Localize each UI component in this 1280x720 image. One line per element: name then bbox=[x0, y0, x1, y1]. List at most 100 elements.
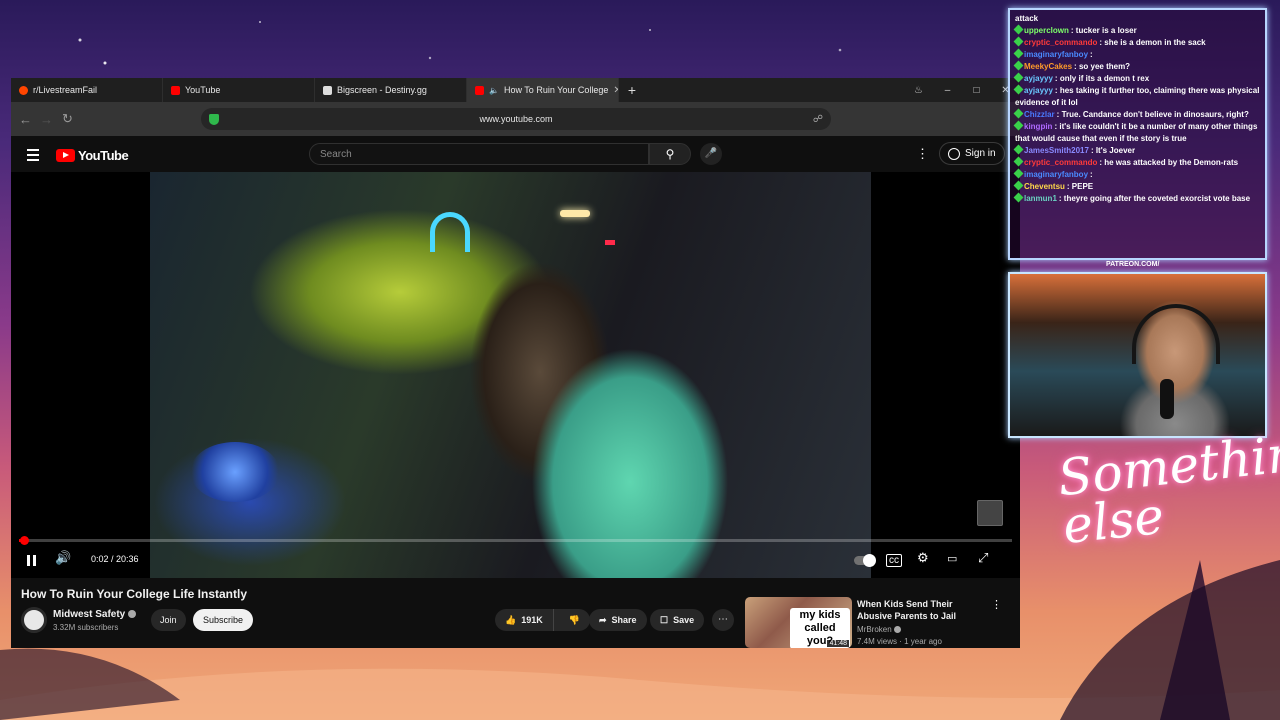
autoplay-toggle[interactable] bbox=[854, 554, 876, 567]
reload-icon[interactable]: ↻ bbox=[57, 111, 78, 127]
search-input[interactable]: Search bbox=[309, 143, 649, 165]
chat-text: tucker is a loser bbox=[1075, 26, 1137, 35]
volume-icon[interactable]: 🔊 bbox=[55, 550, 71, 566]
recommended-title[interactable]: When Kids Send Their Abusive Parents to … bbox=[857, 598, 987, 622]
forward-icon[interactable]: → bbox=[36, 112, 57, 127]
thumbnail-duration: 41:48 bbox=[827, 640, 849, 647]
chat-message: Cheventsu: PEPE bbox=[1013, 180, 1260, 193]
video-info: How To Ruin Your College Life Instantly … bbox=[11, 578, 1020, 648]
youtube-header: YouTube Search ⚲ 🎤 ⋮ Sign in bbox=[11, 136, 1020, 174]
address-bar: ← → ↻ www.youtube.com ☍ bbox=[11, 102, 1020, 136]
back-icon[interactable]: ← bbox=[15, 112, 36, 127]
chat-message: imaginaryfanboy: bbox=[1013, 48, 1260, 61]
tab-label: Bigscreen - Destiny.gg bbox=[337, 85, 427, 95]
theater-mode-icon[interactable]: ▭ bbox=[947, 552, 957, 565]
tab-current-video[interactable]: 🔈 How To Ruin Your College ✕ bbox=[467, 78, 619, 102]
chat-text: attack bbox=[1015, 14, 1039, 23]
chat-username[interactable]: Cheventsu bbox=[1024, 182, 1065, 191]
channel-name-text: Midwest Safety bbox=[53, 609, 126, 620]
chat-text: PEPE bbox=[1071, 182, 1094, 191]
save-label: Save bbox=[673, 615, 695, 625]
more-options-icon[interactable]: ⋮ bbox=[916, 146, 929, 162]
webcam-microphone bbox=[1160, 379, 1174, 419]
headphones bbox=[1132, 304, 1220, 364]
subscribe-button[interactable]: Subscribe bbox=[193, 609, 254, 631]
chat-username[interactable]: Chizzlar bbox=[1024, 110, 1055, 119]
chat-message: Chizzlar: True. Candance don't believe i… bbox=[1013, 108, 1260, 121]
menu-icon[interactable] bbox=[27, 149, 39, 164]
minimize-icon[interactable]: – bbox=[933, 85, 962, 96]
chat-username[interactable]: kingpin bbox=[1024, 122, 1052, 131]
chat-username[interactable]: MeekyCakes bbox=[1024, 62, 1072, 71]
recommended-more-icon[interactable]: ⋮ bbox=[991, 598, 1002, 611]
chat-username[interactable]: imaginaryfanboy bbox=[1024, 170, 1088, 179]
sub-badge-icon bbox=[1013, 180, 1024, 191]
recommended-thumbnail[interactable]: my kids called you? 41:48 bbox=[745, 597, 852, 648]
progress-bar[interactable] bbox=[19, 536, 1012, 545]
chat-text: It's Joever bbox=[1095, 146, 1136, 155]
save-button[interactable]: ☐ Save bbox=[650, 609, 705, 631]
join-button[interactable]: Join bbox=[151, 609, 186, 631]
url-text: www.youtube.com bbox=[479, 114, 553, 124]
subscriber-count: 3.32M subscribers bbox=[53, 623, 119, 632]
video-frame[interactable] bbox=[150, 172, 871, 578]
chat-username[interactable]: cryptic_commando bbox=[1024, 38, 1097, 47]
video-player[interactable]: 🔊 0:02 / 20:36 cc ⚙ ▭ ⤢ bbox=[11, 172, 1020, 578]
captions-icon[interactable]: cc bbox=[886, 554, 902, 567]
sign-in-button[interactable]: Sign in bbox=[939, 142, 1005, 165]
chat-username[interactable]: JamesSmith2017 bbox=[1024, 146, 1089, 155]
scrubber-handle[interactable] bbox=[19, 536, 29, 545]
tab-livestreamfail[interactable]: r/LivestreamFail bbox=[11, 78, 163, 102]
pause-icon[interactable] bbox=[27, 555, 37, 566]
chat-username[interactable]: ayjayyy bbox=[1024, 74, 1053, 83]
recommended-channel[interactable]: MrBroken bbox=[857, 625, 901, 634]
like-button[interactable]: 👍 191K bbox=[495, 609, 554, 631]
video-scene-redlight bbox=[605, 240, 615, 245]
destiny-icon bbox=[323, 85, 332, 95]
share-page-icon[interactable]: ☍ bbox=[813, 114, 823, 125]
more-actions-icon[interactable]: ⋯ bbox=[712, 609, 734, 631]
chat-message: imaginaryfanboy: bbox=[1013, 168, 1260, 181]
chat-message: cryptic_commando: he was attacked by the… bbox=[1013, 156, 1260, 169]
chat-message: cryptic_commando: she is a demon in the … bbox=[1013, 36, 1260, 49]
channel-watermark[interactable] bbox=[977, 500, 1003, 526]
sub-badge-icon bbox=[1013, 108, 1024, 119]
maximize-icon[interactable]: □ bbox=[962, 85, 991, 96]
fullscreen-icon[interactable]: ⤢ bbox=[978, 550, 988, 566]
tab-bar: r/LivestreamFail YouTube Bigscreen - Des… bbox=[11, 78, 1020, 102]
microphone-icon[interactable]: 🎤 bbox=[700, 143, 722, 165]
sub-badge-icon bbox=[1013, 24, 1024, 35]
account-icon bbox=[948, 147, 960, 160]
search-icon[interactable]: ⚲ bbox=[649, 143, 691, 165]
brave-rewards-icon[interactable]: ♨ bbox=[904, 85, 933, 96]
window-controls: ♨ – □ ✕ bbox=[904, 78, 1020, 102]
verified-icon bbox=[893, 626, 901, 634]
sub-badge-icon bbox=[1013, 156, 1024, 167]
chat-message: kingpin: it's like couldn't it be a numb… bbox=[1013, 120, 1260, 145]
sub-badge-icon bbox=[1013, 48, 1024, 59]
settings-icon[interactable]: ⚙ bbox=[917, 550, 929, 566]
tab-youtube[interactable]: YouTube bbox=[163, 78, 315, 102]
sign-in-label: Sign in bbox=[965, 148, 996, 159]
youtube-logo[interactable]: YouTube bbox=[56, 148, 129, 163]
chat-username[interactable]: ayjayyy bbox=[1024, 86, 1053, 95]
sub-badge-icon bbox=[1013, 192, 1024, 203]
chat-username[interactable]: lanmun1 bbox=[1024, 194, 1057, 203]
patreon-url: PATREON.COM/ bbox=[1106, 261, 1160, 268]
tab-label: How To Ruin Your College bbox=[503, 85, 609, 95]
url-field[interactable]: www.youtube.com ☍ bbox=[201, 108, 831, 130]
speaker-icon[interactable]: 🔈 bbox=[489, 86, 499, 95]
new-tab-button[interactable]: + bbox=[619, 82, 645, 98]
channel-name[interactable]: Midwest Safety bbox=[53, 609, 137, 620]
dislike-button[interactable]: 👎 bbox=[559, 615, 590, 626]
channel-avatar[interactable] bbox=[21, 607, 47, 633]
player-controls: 🔊 0:02 / 20:36 cc ⚙ ▭ ⤢ bbox=[11, 548, 1020, 572]
video-title: How To Ruin Your College Life Instantly bbox=[21, 587, 248, 601]
tab-bigscreen[interactable]: Bigscreen - Destiny.gg bbox=[315, 78, 467, 102]
reddit-icon bbox=[19, 85, 28, 95]
chat-username[interactable]: cryptic_commando bbox=[1024, 158, 1097, 167]
chat-username[interactable]: upperclown bbox=[1024, 26, 1069, 35]
share-button[interactable]: ➦ Share bbox=[589, 609, 647, 631]
chat-username[interactable]: imaginaryfanboy bbox=[1024, 50, 1088, 59]
youtube-icon bbox=[171, 85, 180, 95]
